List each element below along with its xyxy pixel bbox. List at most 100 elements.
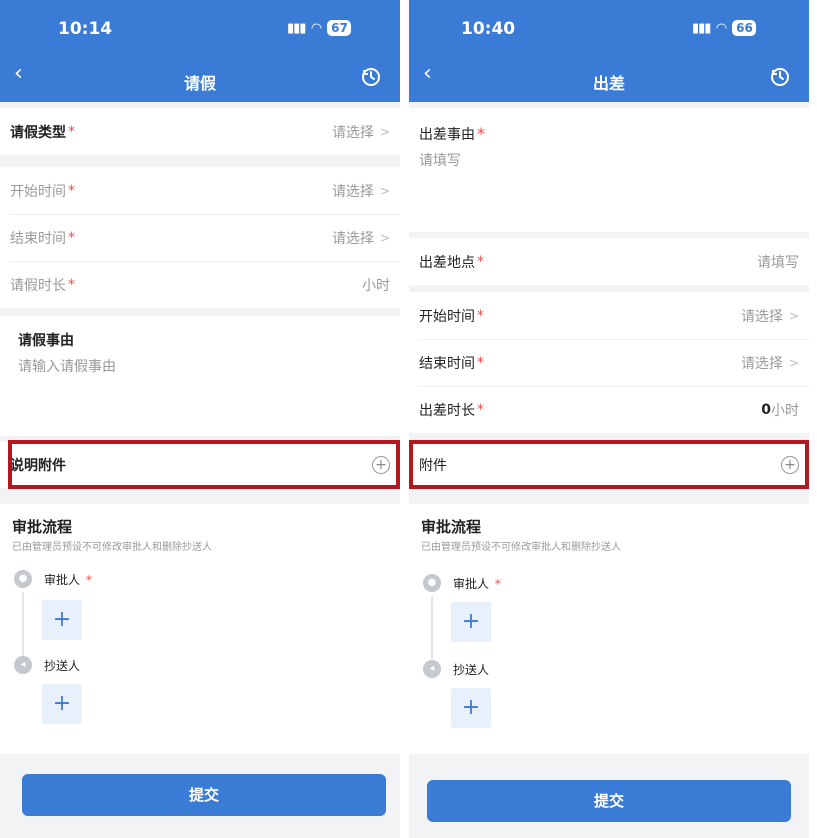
chevron-right-icon: > (379, 230, 390, 245)
required-mark: * (68, 229, 75, 246)
footer: 提交 (0, 758, 400, 838)
required-mark: * (477, 354, 484, 371)
approval-panel: 审批流程 已由管理员预设不可修改审批人和删除抄送人 ● 审批人 * + ◂ 抄送… (0, 504, 400, 754)
start-time-label: 开始时间 (10, 183, 66, 200)
chevron-right-icon: > (788, 308, 799, 323)
start-time-field[interactable]: 开始时间 * 请选择 > (0, 167, 400, 214)
leave-request-screen: 10:14 ▮▮▮ ◠ 67 ‹ 请假 请假类型 * 请选择 > 开始时间 * … (0, 0, 400, 838)
time-panel: 开始时间 * 请选择 > 结束时间 * 请选择 > (0, 167, 400, 308)
approval-hint: 已由管理员预设不可修改审批人和删除抄送人 (421, 542, 621, 553)
send-icon: ◂ (423, 660, 441, 678)
duration-field[interactable]: 出差时长 * 0 小时 (409, 386, 809, 433)
end-time-value-wrap: 请选择 > (741, 353, 799, 373)
reason-input[interactable]: 请输入请假事由 (18, 356, 116, 376)
leave-type-value-wrap: 请选择 > (332, 122, 390, 142)
reason-label: 出差事由 (419, 127, 475, 143)
approver-label: 审批人 (453, 576, 490, 591)
required-mark: * (477, 253, 484, 270)
duration-label: 出差时长 (419, 402, 475, 419)
approval-panel: 审批流程 已由管理员预设不可修改审批人和删除抄送人 ● 审批人 * + ◂ 抄送… (409, 504, 809, 754)
leave-type-label: 请假类型 (10, 124, 66, 141)
location-input[interactable]: 请填写 (757, 252, 799, 272)
app-header: 10:14 ▮▮▮ ◠ 67 ‹ 请假 (0, 0, 400, 102)
battery-indicator: 66 (732, 20, 757, 36)
add-approver-button[interactable]: + (42, 600, 82, 640)
location-panel: 出差地点 * 请填写 (409, 238, 809, 285)
chevron-right-icon: > (788, 355, 799, 370)
duration-label: 请假时长 (10, 277, 66, 294)
history-icon[interactable] (360, 66, 382, 88)
history-icon[interactable] (769, 66, 791, 88)
leave-type-label-wrap: 请假类型 * (10, 122, 75, 142)
start-time-label: 开始时间 (419, 308, 475, 325)
end-time-label-wrap: 结束时间 * (10, 228, 75, 248)
leave-type-value: 请选择 (331, 124, 374, 141)
leave-type-field[interactable]: 请假类型 * 请选择 > (0, 108, 400, 155)
flow-connector (22, 592, 24, 658)
battery-indicator: 67 (327, 20, 352, 36)
cc-label: 抄送人 (453, 662, 490, 677)
start-time-value-wrap: 请选择 > (741, 306, 799, 326)
approval-title: 审批流程 (12, 518, 73, 536)
start-time-label-wrap: 开始时间 * (10, 181, 75, 201)
end-time-label-wrap: 结束时间 * (419, 353, 484, 373)
approver-node: ● 审批人 * (423, 574, 501, 592)
location-label-wrap: 出差地点 * (419, 252, 484, 272)
end-time-value: 请选择 (331, 230, 374, 247)
cc-label: 抄送人 (44, 658, 81, 673)
duration-value-wrap: 0 小时 (761, 400, 799, 420)
required-mark: * (477, 124, 485, 143)
leave-type-panel: 请假类型 * 请选择 > (0, 108, 400, 155)
page-title: 请假 (183, 74, 216, 93)
required-mark: * (477, 307, 484, 324)
status-time: 10:40 (461, 19, 516, 39)
wifi-icon: ◠ (311, 20, 322, 36)
status-time: 10:14 (58, 19, 113, 39)
duration-field[interactable]: 请假时长 * 小时 (0, 261, 400, 308)
signal-icon: ▮▮▮ (692, 20, 711, 36)
start-time-value-wrap: 请选择 > (332, 181, 390, 201)
flow-connector (431, 596, 433, 662)
footer: 提交 (409, 760, 809, 838)
chevron-right-icon: > (379, 124, 390, 139)
start-time-field[interactable]: 开始时间 * 请选择 > (409, 292, 809, 339)
send-icon: ◂ (14, 656, 32, 674)
submit-button[interactable]: 提交 (22, 774, 386, 816)
person-icon: ● (14, 570, 32, 588)
time-panel: 开始时间 * 请选择 > 结束时间 * 请选择 > (409, 292, 809, 433)
end-time-value-wrap: 请选择 > (332, 228, 390, 248)
submit-button[interactable]: 提交 (427, 780, 791, 822)
signal-icon: ▮▮▮ (287, 20, 306, 36)
person-icon: ● (423, 574, 441, 592)
add-approver-button[interactable]: + (451, 602, 491, 642)
reason-label-wrap: 出差事由 * (419, 124, 485, 144)
cc-node: ◂ 抄送人 (423, 660, 489, 678)
required-mark: * (68, 276, 75, 293)
cc-node: ◂ 抄送人 (14, 656, 80, 674)
duration-unit: 小时 (362, 277, 390, 294)
add-cc-button[interactable]: + (42, 684, 82, 724)
end-time-value: 请选择 (740, 355, 783, 372)
location-field[interactable]: 出差地点 * 请填写 (409, 238, 809, 285)
required-mark: * (68, 123, 75, 140)
duration-label-wrap: 请假时长 * (10, 275, 75, 295)
app-header: 10:40 ▮▮▮ ◠ 66 ‹ 出差 (409, 0, 809, 102)
start-time-label-wrap: 开始时间 * (419, 306, 484, 326)
reason-panel[interactable]: 请假事由 请输入请假事由 (0, 316, 400, 436)
start-time-value: 请选择 (331, 183, 374, 200)
approval-title: 审批流程 (421, 518, 482, 536)
approver-label: 审批人 (44, 572, 81, 587)
reason-input[interactable]: 请填写 (419, 150, 461, 170)
reason-panel[interactable]: 出差事由 * 请填写 (409, 108, 809, 232)
end-time-field[interactable]: 结束时间 * 请选择 > (0, 214, 400, 261)
required-mark: * (477, 401, 484, 418)
screenshot-root: 10:14 ▮▮▮ ◠ 67 ‹ 请假 请假类型 * 请选择 > 开始时间 * … (0, 0, 817, 838)
end-time-field[interactable]: 结束时间 * 请选择 > (409, 339, 809, 386)
add-cc-button[interactable]: + (451, 688, 491, 728)
approver-node: ● 审批人 * (14, 570, 92, 588)
reason-label: 请假事由 (18, 333, 74, 349)
wifi-icon: ◠ (716, 20, 727, 36)
approval-hint: 已由管理员预设不可修改审批人和删除抄送人 (12, 542, 212, 553)
required-mark: * (68, 182, 75, 199)
end-time-label: 结束时间 (419, 355, 475, 372)
